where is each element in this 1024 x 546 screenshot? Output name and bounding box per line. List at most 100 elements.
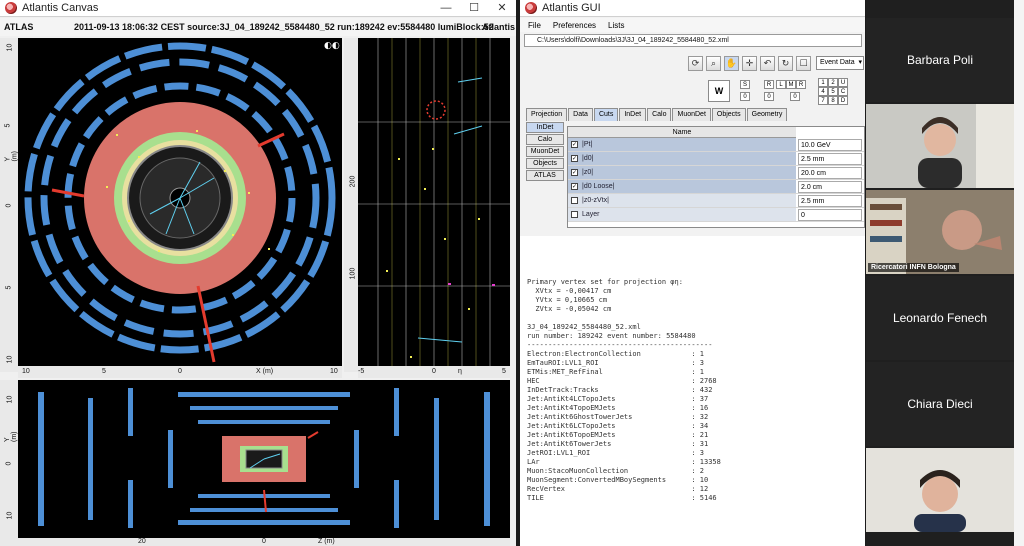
cut-value-field[interactable]: 10.0 GeV xyxy=(798,139,862,151)
tab-indet[interactable]: InDet xyxy=(619,108,647,121)
subtab-muondet[interactable]: MuonDet xyxy=(526,146,564,157)
file-path-field[interactable]: C:\Users\dolfi\Downloads\3J\3J_04_189242… xyxy=(524,34,862,47)
cut-row[interactable]: |d0| ✓ 2.5 mm xyxy=(568,152,864,166)
menu-preferences[interactable]: Preferences xyxy=(553,21,596,30)
participant-name: Barbara Poli xyxy=(906,53,974,67)
w-button[interactable]: W xyxy=(708,80,730,102)
minimize-icon[interactable]: — xyxy=(432,0,460,17)
tab-muondet[interactable]: MuonDet xyxy=(672,108,711,121)
menu-lists[interactable]: Lists xyxy=(608,21,624,30)
keypad-key[interactable]: 8 xyxy=(828,96,838,105)
keypad-key[interactable]: S xyxy=(740,80,750,89)
rotate-icon[interactable]: ↻ xyxy=(778,56,793,71)
cut-value-field[interactable]: 2.5 mm xyxy=(798,153,862,165)
undo-icon[interactable]: ↶ xyxy=(760,56,775,71)
cuts-subtabs: InDet Calo MuonDet Objects ATLAS xyxy=(526,122,564,182)
cut-checkbox[interactable]: ✓ xyxy=(571,183,578,190)
output-line: Jet:AntiKt6GhostTowerJets : 32 xyxy=(527,413,709,421)
zoom-icon[interactable]: ⌕ xyxy=(706,56,721,71)
keypad-key[interactable]: 0 xyxy=(764,92,774,101)
keypad-key[interactable]: 0 xyxy=(740,92,750,101)
keypad-key[interactable]: L xyxy=(776,80,786,89)
cut-checkbox[interactable]: ✓ xyxy=(571,141,578,148)
cut-row[interactable]: |z0| ✓ 20.0 cm xyxy=(568,166,864,180)
keypad-key[interactable]: 0 xyxy=(790,92,800,101)
subtab-calo[interactable]: Calo xyxy=(526,134,564,145)
rz-projection-view[interactable] xyxy=(18,380,510,538)
cut-value-field[interactable]: 2.5 mm xyxy=(798,195,862,207)
keypad-key[interactable]: 4 xyxy=(818,87,828,96)
canvas-window-title: Atlantis Canvas xyxy=(22,2,99,14)
keypad-key[interactable]: 7 xyxy=(818,96,828,105)
tab-calo[interactable]: Calo xyxy=(647,108,672,121)
cut-row[interactable]: |d0 Loose| ✓ 2.0 cm xyxy=(568,180,864,194)
participant-tile-video[interactable] xyxy=(866,448,1014,532)
rz-y-axis-label: Y (m) xyxy=(4,431,18,443)
subtab-atlas[interactable]: ATLAS xyxy=(526,170,564,181)
cut-checkbox[interactable] xyxy=(571,211,578,218)
keypad-key[interactable]: R xyxy=(796,80,806,89)
crosshair-icon[interactable]: ✛ xyxy=(742,56,757,71)
output-line: HEC : 2768 xyxy=(527,377,717,385)
menu-file[interactable]: File xyxy=(528,21,541,30)
cut-checkbox[interactable] xyxy=(571,197,578,204)
tab-data[interactable]: Data xyxy=(568,108,593,121)
participant-tile[interactable]: Chiara Dieci xyxy=(866,362,1014,446)
cut-value-field[interactable]: 2.0 cm xyxy=(798,181,862,193)
maximize-icon[interactable]: ☐ xyxy=(460,0,488,17)
cut-row[interactable]: |z0-zVtx| 2.5 mm xyxy=(568,194,864,208)
event-info-header: ATLAS 2011-09-13 18:06:32 CEST source:3J… xyxy=(0,18,516,36)
cut-value-field[interactable]: 20.0 cm xyxy=(798,167,862,179)
participant-video-icon xyxy=(866,104,1014,188)
sync-icon[interactable]: ⟳ xyxy=(688,56,703,71)
keypad-key[interactable]: 1 xyxy=(818,78,828,87)
close-icon[interactable]: ✕ xyxy=(488,0,516,17)
keypad-key[interactable]: M xyxy=(786,80,796,89)
atlantis-label: Atlantis xyxy=(482,22,516,32)
pick-icon[interactable]: ☐ xyxy=(796,56,811,71)
tab-geometry[interactable]: Geometry xyxy=(746,108,788,121)
tab-projection[interactable]: Projection xyxy=(526,108,568,121)
canvas-titlebar: Atlantis Canvas — ☐ ✕ xyxy=(0,0,516,17)
participant-video-icon xyxy=(866,448,1014,532)
subtab-indet[interactable]: InDet xyxy=(526,122,564,133)
cut-row[interactable]: |Pt| ✓ 10.0 GeV xyxy=(568,138,864,152)
event-data-select[interactable]: Event Data ▾ xyxy=(816,56,864,70)
atlantis-canvas-window: Atlantis Canvas — ☐ ✕ ATLAS 2011-09-13 1… xyxy=(0,0,516,546)
keypad-key[interactable]: C xyxy=(838,87,848,96)
participant-tile-video[interactable] xyxy=(866,104,1014,188)
output-line: ----------------------------------------… xyxy=(527,341,713,349)
keypad-key[interactable]: 2 xyxy=(828,78,838,87)
cut-value-field[interactable]: 0 xyxy=(798,209,862,221)
eta-phi-view[interactable] xyxy=(358,38,510,366)
keypad-key[interactable]: U xyxy=(838,78,848,87)
hand-icon[interactable]: ✋ xyxy=(724,56,739,71)
output-console[interactable]: Primary vertex set for projection φη: XV… xyxy=(520,236,865,546)
subtab-objects[interactable]: Objects xyxy=(526,158,564,169)
cut-checkbox[interactable]: ✓ xyxy=(571,169,578,176)
output-line: 3J_04_189242_5584480_52.xml xyxy=(527,323,641,331)
etaphi-x-axis-label: η xyxy=(458,368,462,375)
cut-checkbox[interactable]: ✓ xyxy=(571,155,578,162)
rz-y-tick: 0 xyxy=(5,461,13,466)
participant-video-icon xyxy=(866,190,1014,274)
cut-row[interactable]: Layer 0 xyxy=(568,208,864,222)
output-line: Jet:AntiKt4LCTopoJets : 37 xyxy=(527,395,709,403)
tab-cuts[interactable]: Cuts xyxy=(593,108,619,121)
participant-tile-video[interactable]: Ricercatori INFN Bologna xyxy=(866,190,1014,274)
rz-x-tick: 0 xyxy=(262,538,266,545)
keypad-key[interactable]: 5 xyxy=(828,87,838,96)
keypad-key[interactable]: R xyxy=(764,80,774,89)
event-info-text: 2011-09-13 18:06:32 CEST source:3J_04_18… xyxy=(74,22,494,32)
tab-objects[interactable]: Objects xyxy=(711,108,746,121)
cuts-table-header: Name xyxy=(568,127,796,138)
cut-name: |z0-zVtx| xyxy=(568,194,796,207)
output-line: TILE : 5146 xyxy=(527,494,717,502)
keypad-key[interactable]: D xyxy=(838,96,848,105)
yx-y-tick: 10 xyxy=(6,355,14,364)
output-line: Jet:AntiKt6TowerJets : 31 xyxy=(527,440,709,448)
participant-tile[interactable]: Leonardo Fenech xyxy=(866,276,1014,360)
participant-tile[interactable]: Barbara Poli xyxy=(866,18,1014,102)
yx-projection-view[interactable]: ◐◐ xyxy=(18,38,342,366)
